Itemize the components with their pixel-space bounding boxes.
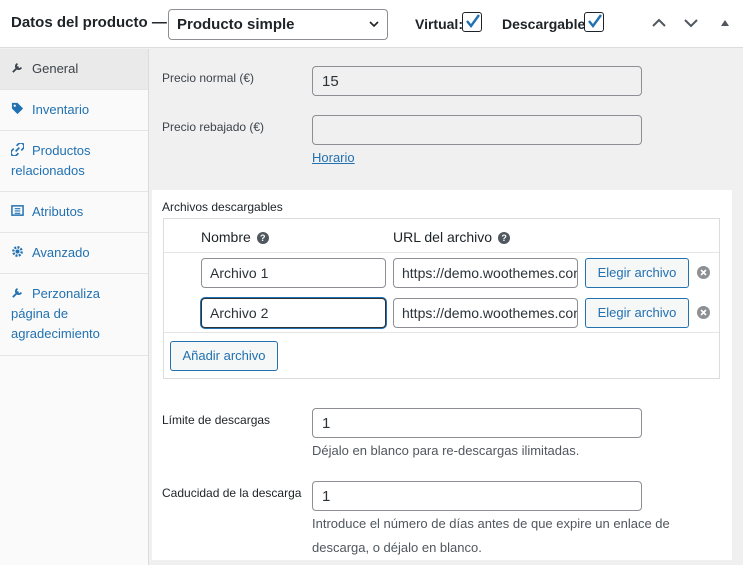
regular-price-input[interactable]: 15 (312, 66, 642, 96)
tab-label: Inventario (32, 102, 90, 117)
download-limit-input[interactable]: 1 (312, 408, 642, 438)
tab-attributes[interactable]: Atributos (0, 192, 148, 233)
file-name-input[interactable]: Archivo 2 (201, 298, 386, 328)
product-type-select[interactable]: Producto simple (168, 9, 388, 40)
wrench-icon (12, 62, 23, 73)
download-expiry-description-line2: descarga, o déjalo en blanco. (312, 540, 482, 555)
close-icon (700, 269, 707, 276)
move-up-icon[interactable] (650, 14, 668, 32)
file-name-input[interactable]: Archivo 1 (201, 258, 386, 288)
download-expiry-description: Introduce el número de días antes de que… (312, 516, 670, 531)
gear-icon (12, 246, 23, 257)
product-type-value: Producto simple (177, 16, 295, 33)
schedule-link[interactable]: Horario (312, 150, 355, 165)
tab-label: Avanzado (32, 245, 90, 260)
tab-advanced[interactable]: Avanzado (0, 233, 148, 274)
downloadable-checkbox[interactable] (584, 12, 604, 32)
download-expiry-label: Caducidad de la descarga (162, 486, 302, 500)
add-file-button[interactable]: Añadir archivo (170, 341, 278, 371)
tab-inventory[interactable]: Inventario (0, 90, 148, 131)
virtual-checkbox[interactable] (462, 12, 482, 32)
help-icon[interactable]: ? (498, 232, 511, 244)
virtual-label: Virtual: (415, 16, 463, 32)
column-header-name: Nombre? (201, 229, 269, 245)
close-icon (700, 309, 707, 316)
tab-general[interactable]: General (0, 49, 148, 90)
delete-file-button[interactable] (697, 306, 710, 319)
download-expiry-input[interactable]: 1 (312, 481, 642, 511)
collapse-toggle-icon[interactable] (716, 14, 734, 32)
product-data-title: Datos del producto — (11, 14, 167, 31)
product-data-tabs: General Inventario Productos relacionado… (0, 49, 149, 565)
help-icon[interactable]: ? (256, 232, 269, 244)
move-down-icon[interactable] (682, 14, 700, 32)
sale-price-label: Precio rebajado (€) (162, 120, 265, 134)
column-header-url: URL del archivo? (393, 229, 511, 245)
download-limit-label: Límite de descargas (162, 413, 271, 427)
tab-label: Perzonaliza página de agradecimiento (11, 286, 100, 341)
download-limit-description: Déjalo en blanco para re-descargas ilimi… (312, 443, 580, 458)
wrench-icon (12, 287, 23, 298)
divider (164, 332, 719, 333)
tab-thank-you-page[interactable]: Perzonaliza página de agradecimiento (0, 274, 148, 356)
tag-icon (11, 102, 24, 115)
product-data-header: Datos del producto — Producto simple Vir… (0, 0, 743, 48)
checkmark-icon (588, 14, 602, 28)
list-icon (11, 205, 24, 216)
delete-file-button[interactable] (697, 266, 710, 279)
chevron-down-icon (369, 21, 379, 28)
checkmark-icon (466, 14, 480, 28)
table-header: Nombre? URL del archivo? (164, 219, 719, 253)
tab-linked-products[interactable]: Productos relacionados (0, 131, 148, 192)
downloadable-label: Descargable: (502, 16, 590, 32)
file-url-input[interactable]: https://demo.woothemes.com (393, 298, 578, 328)
file-url-input[interactable]: https://demo.woothemes.com (393, 258, 578, 288)
downloadable-files-label: Archivos descargables (162, 200, 283, 214)
choose-file-button[interactable]: Elegir archivo (585, 298, 689, 328)
choose-file-button[interactable]: Elegir archivo (585, 258, 689, 288)
tab-label: General (32, 61, 79, 76)
regular-price-label: Precio normal (€) (162, 71, 255, 85)
tab-label: Atributos (32, 204, 84, 219)
sale-price-input[interactable] (312, 115, 642, 145)
link-icon (11, 143, 24, 156)
